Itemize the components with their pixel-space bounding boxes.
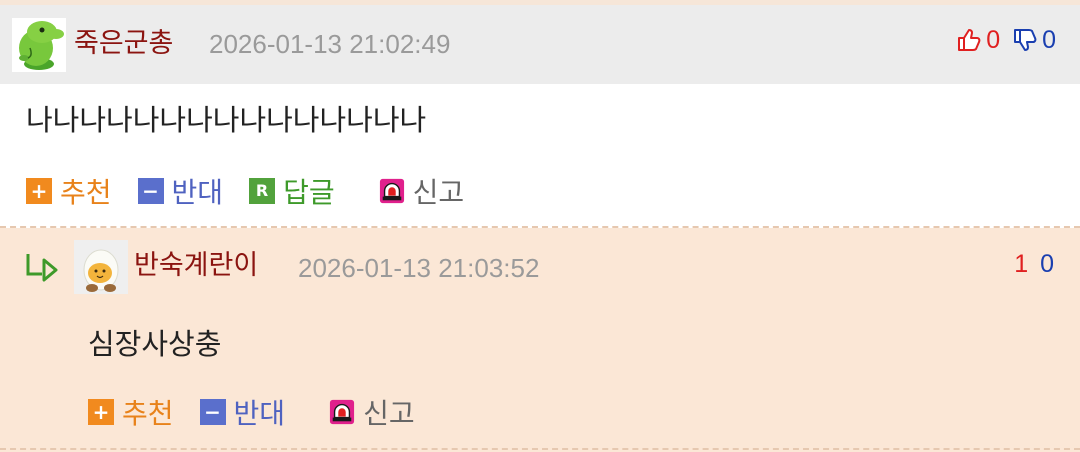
plus-icon: +: [88, 399, 114, 425]
top-border: [0, 0, 1080, 5]
report-button[interactable]: 신고: [379, 171, 465, 211]
recommend-label: 추천: [60, 176, 112, 209]
thumbs-down-icon[interactable]: [1012, 27, 1038, 53]
thumbs-up-icon[interactable]: [956, 27, 982, 53]
oppose-button[interactable]: − 반대: [137, 171, 224, 211]
comment-header: 죽은군총 2026-01-13 21:02:49 0 0: [0, 0, 1080, 84]
siren-icon: [329, 399, 355, 425]
avatar[interactable]: [12, 18, 66, 72]
reply-label: 답글: [283, 176, 335, 209]
timestamp: 2026-01-13 21:03:52: [298, 253, 540, 283]
report-button[interactable]: 신고: [329, 392, 415, 432]
egg-avatar-icon: [74, 240, 128, 294]
upvote-count: 0: [986, 25, 1001, 54]
comment-body: 나나나나나나나나나나나나나나나: [26, 103, 427, 137]
green-mascot-avatar-icon: [12, 18, 66, 72]
reply-actions: + 추천 − 반대 신고: [88, 390, 441, 434]
reply-body: 심장사상충: [88, 327, 222, 361]
upvote-count: 1: [1014, 249, 1029, 278]
recommend-button[interactable]: + 추천: [88, 392, 174, 432]
author-name[interactable]: 죽은군총: [74, 24, 173, 64]
minus-icon: −: [199, 399, 226, 425]
comment: 죽은군총 2026-01-13 21:02:49 0 0 나나나나나나나나나나나…: [0, 0, 1080, 228]
comment-actions: + 추천 − 반대 R 답글 신고: [26, 169, 490, 213]
avatar[interactable]: [74, 240, 128, 294]
plus-icon: +: [26, 178, 52, 204]
reply-comment: 반숙계란이 2026-01-13 21:03:52 1 0 심장사상충 + 추천…: [0, 228, 1080, 452]
reply-r-icon: R: [249, 178, 276, 204]
reply-divider: [0, 448, 1080, 450]
oppose-label: 반대: [171, 176, 224, 209]
report-label: 신고: [363, 397, 415, 430]
oppose-button[interactable]: − 반대: [199, 392, 286, 432]
author-name[interactable]: 반숙계란이: [134, 246, 258, 286]
reply-button[interactable]: R 답글: [249, 171, 335, 211]
recommend-label: 추천: [122, 397, 174, 430]
vote-counts: 1 0: [1014, 246, 1054, 282]
oppose-label: 반대: [233, 397, 286, 430]
minus-icon: −: [137, 178, 164, 204]
downvote-count: 0: [1042, 25, 1056, 54]
downvote-count: 0: [1040, 249, 1054, 278]
reply-arrow-icon: [26, 254, 58, 282]
recommend-button[interactable]: + 추천: [26, 171, 112, 211]
siren-icon: [379, 178, 405, 204]
report-label: 신고: [412, 176, 465, 209]
vote-counts: 0 0: [956, 22, 1056, 58]
timestamp: 2026-01-13 21:02:49: [209, 29, 451, 59]
